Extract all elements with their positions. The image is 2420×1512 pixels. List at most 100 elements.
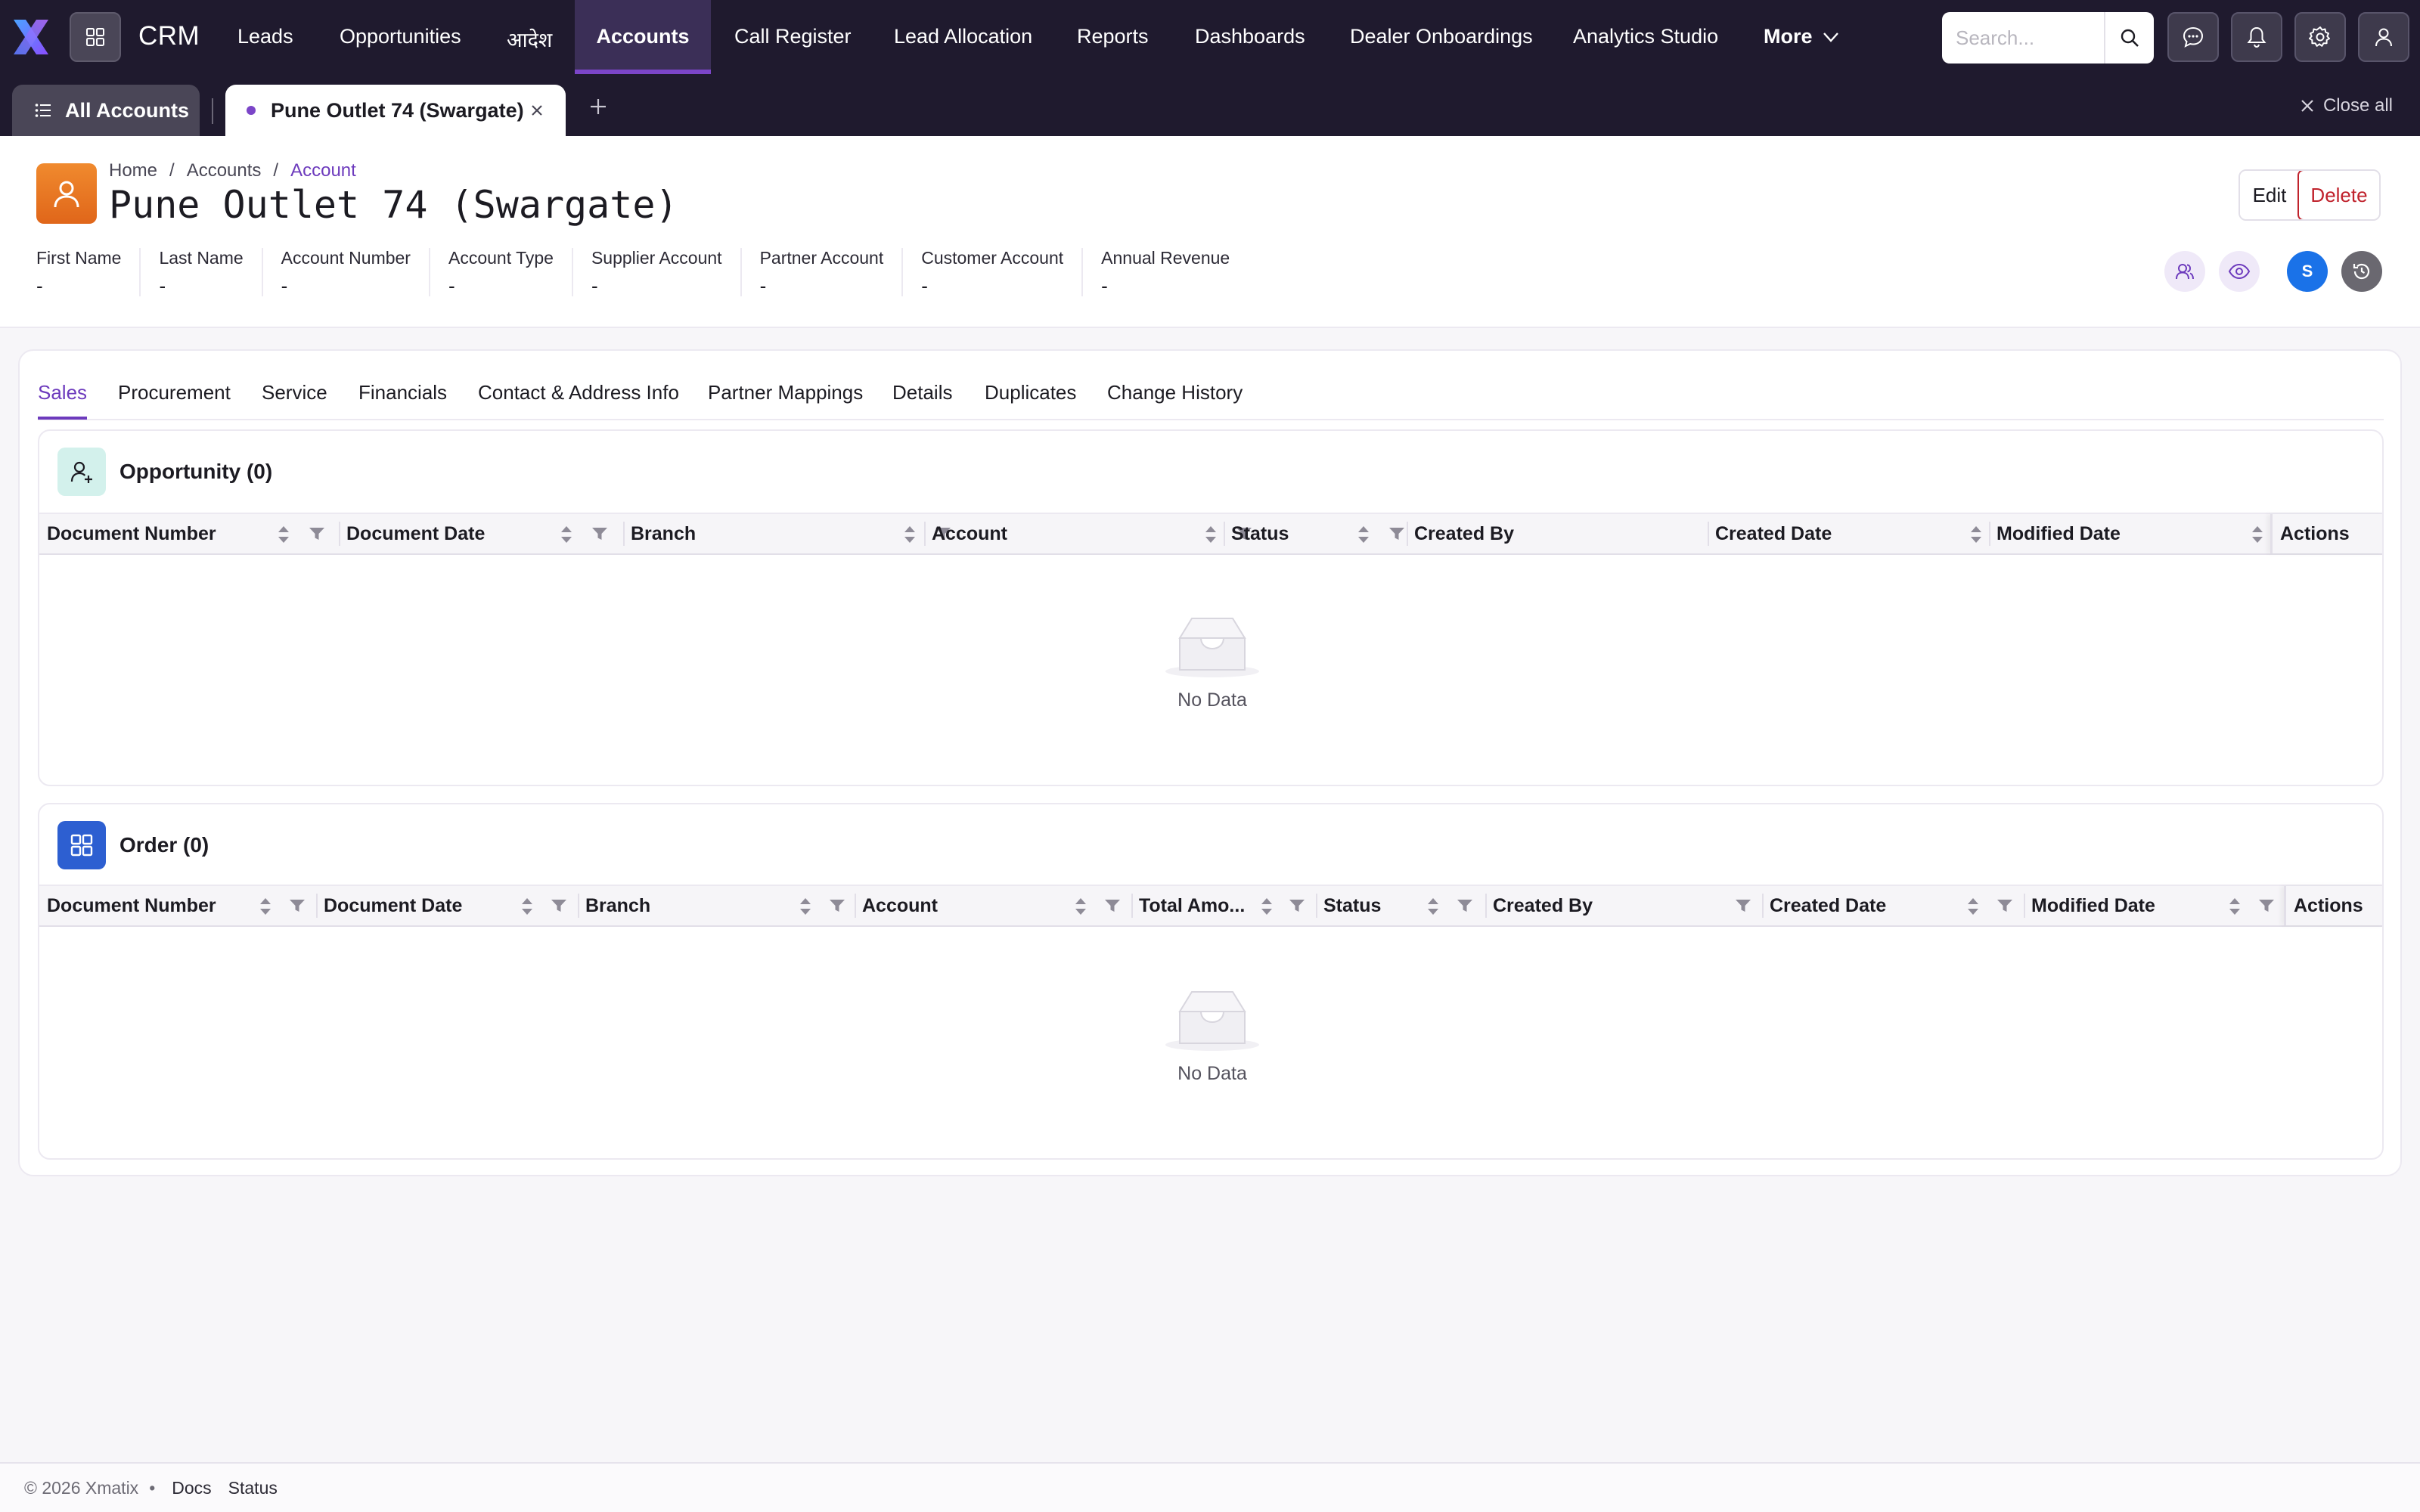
nav-dealer-onboardings[interactable]: Dealer Onboardings [1350,0,1533,74]
filter-icon[interactable] [591,526,608,541]
sort-icon[interactable] [560,525,573,544]
filter-icon[interactable] [289,898,306,913]
tab-all-accounts[interactable]: All Accounts [12,85,200,136]
filter-icon[interactable] [1457,898,1473,913]
column-header-document-number[interactable]: Document Number [39,886,316,925]
search-button[interactable] [2104,12,2154,64]
add-tab-button[interactable] [588,97,608,116]
filter-icon[interactable] [551,898,567,913]
column-header-created-date[interactable]: Created Date [1762,886,2024,925]
column-header-branch[interactable]: Branch [623,514,951,553]
user-icon [2375,28,2392,47]
filter-icon[interactable] [1735,898,1751,913]
filter-icon[interactable] [2258,898,2275,913]
nav-more-menu[interactable]: More [1764,0,1840,74]
column-header-branch[interactable]: Branch [578,886,855,925]
tab-details[interactable]: Details [892,381,952,417]
tab-service[interactable]: Service [262,381,327,417]
app-launcher-button[interactable] [70,12,121,62]
notifications-button[interactable] [2231,12,2282,62]
tab-procurement[interactable]: Procurement [118,381,231,417]
nav-opportunities[interactable]: Opportunities [340,0,461,74]
column-header-created-date[interactable]: Created Date [1708,514,1992,553]
column-header-account[interactable]: Account [855,886,1131,925]
filter-icon[interactable] [1996,898,2013,913]
settings-button[interactable] [2294,12,2346,62]
opportunity-section-header: Opportunity (0) [57,448,272,496]
filter-icon[interactable] [1289,898,1305,913]
field-label: Last Name [159,248,244,268]
filter-icon[interactable] [1388,526,1405,541]
tab-financials[interactable]: Financials [358,381,447,417]
breadcrumb-home[interactable]: Home [109,160,157,181]
column-header-status[interactable]: Status [1224,514,1405,553]
delete-button[interactable]: Delete [2297,171,2379,219]
nav-dashboards[interactable]: Dashboards [1195,0,1305,74]
sort-icon[interactable] [1357,525,1370,544]
tab-partner-mappings[interactable]: Partner Mappings [708,381,863,417]
user-plus-icon [70,461,92,483]
clock-history-icon [2353,263,2370,280]
nav-lead-allocation[interactable]: Lead Allocation [894,0,1032,74]
column-header-account[interactable]: Account [924,514,1252,553]
tab-close-button[interactable] [529,103,544,118]
column-header-document-date[interactable]: Document Date [316,886,578,925]
xmatix-logo-icon[interactable] [11,17,51,57]
filter-icon[interactable] [829,898,845,913]
column-header-actions: Actions [2270,514,2382,553]
user-profile-button[interactable] [2358,12,2409,62]
nav-accounts[interactable]: Accounts [575,0,711,74]
search-input[interactable] [1942,12,2104,64]
history-button[interactable] [2341,251,2382,292]
sort-icon[interactable] [903,525,917,544]
breadcrumb-accounts[interactable]: Accounts [187,160,262,181]
owner-avatar[interactable]: S [2287,251,2328,292]
tab-pune-outlet[interactable]: Pune Outlet 74 (Swargate) [225,85,566,136]
footer-link-status[interactable]: Status [228,1478,278,1498]
close-all-button[interactable]: Close all [2299,95,2393,116]
sort-icon[interactable] [1204,525,1218,544]
tab-contact-address[interactable]: Contact & Address Info [478,381,679,417]
column-header-created-by[interactable]: Created By [1485,886,1762,925]
nav-call-register[interactable]: Call Register [734,0,852,74]
sort-icon[interactable] [1969,525,1983,544]
column-header-modified-date[interactable]: Modified Date [1989,514,2269,553]
edit-button[interactable]: Edit [2240,171,2299,219]
column-header-document-date[interactable]: Document Date [339,514,638,553]
nav-reports[interactable]: Reports [1077,0,1149,74]
sort-icon[interactable] [799,897,812,916]
opportunity-empty-state: No Data [39,612,2382,711]
column-header-status[interactable]: Status [1316,886,1484,925]
column-header-total-amount[interactable]: Total Amo... [1131,886,1316,925]
nav-orders[interactable]: आदेश [507,0,552,74]
sort-icon[interactable] [1260,897,1274,916]
tab-change-history[interactable]: Change History [1107,381,1243,417]
detail-tabs: Sales Procurement Service Financials Con… [38,364,2384,420]
sort-icon[interactable] [2228,897,2242,916]
sort-icon[interactable] [1426,897,1440,916]
column-header-modified-date[interactable]: Modified Date [2024,886,2285,925]
sort-icon[interactable] [520,897,534,916]
tab-sales[interactable]: Sales [38,381,88,420]
nav-analytics-studio[interactable]: Analytics Studio [1573,0,1718,74]
column-header-document-number[interactable]: Document Number [39,514,339,553]
sort-icon[interactable] [259,897,272,916]
sort-icon[interactable] [277,525,290,544]
footer-link-docs[interactable]: Docs [172,1478,211,1498]
column-header-created-by[interactable]: Created By [1407,514,1708,553]
sort-icon[interactable] [2251,525,2264,544]
field-account-number: Account Number - [281,248,430,297]
order-section-icon [57,821,106,869]
order-section-header: Order (0) [57,821,209,869]
nav-leads[interactable]: Leads [237,0,293,74]
watch-button[interactable] [2219,251,2260,292]
sort-icon[interactable] [1966,897,1980,916]
field-supplier-account: Supplier Account - [591,248,742,297]
filter-icon[interactable] [309,526,325,541]
chat-button[interactable] [2167,12,2219,62]
empty-state-text: No Data [1177,689,1247,711]
tab-duplicates[interactable]: Duplicates [985,381,1076,417]
sort-icon[interactable] [1074,897,1087,916]
filter-icon[interactable] [1104,898,1121,913]
assign-user-button[interactable] [2164,251,2205,292]
